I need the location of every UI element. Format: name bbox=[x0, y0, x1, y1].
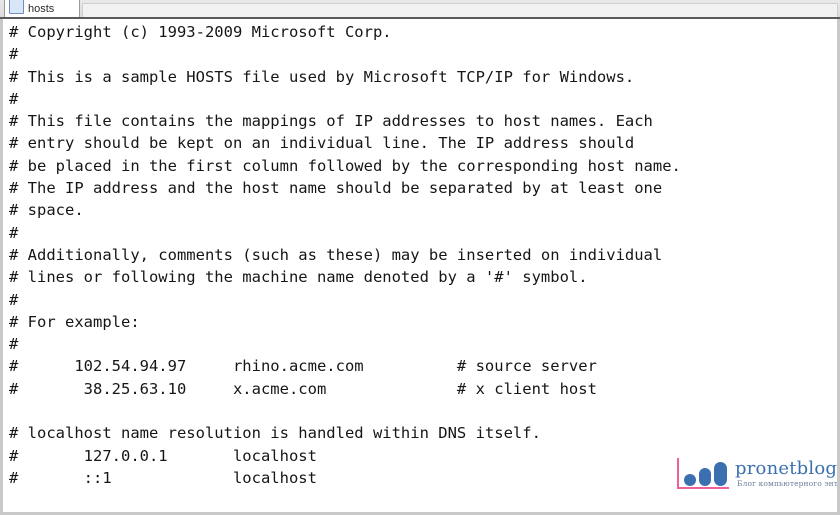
code-line-text: # ::1 localhost bbox=[9, 468, 317, 487]
code-line[interactable]: # entry should be kept on an individual … bbox=[3, 132, 837, 154]
code-line-text: # This file contains the mappings of IP … bbox=[9, 112, 653, 131]
code-lines[interactable]: # Copyright (c) 1993-2009 Microsoft Corp… bbox=[3, 19, 837, 512]
code-line[interactable]: # For example: bbox=[3, 311, 837, 333]
code-line-text: # be placed in the first column followed… bbox=[9, 156, 681, 175]
code-line[interactable]: # This file contains the mappings of IP … bbox=[3, 110, 837, 132]
code-line[interactable]: # bbox=[3, 289, 837, 311]
code-line[interactable]: # bbox=[3, 333, 837, 355]
code-line-text: # bbox=[9, 45, 19, 64]
code-line-text: # 127.0.0.1 localhost bbox=[9, 446, 317, 465]
tab-label: hosts bbox=[28, 4, 55, 15]
code-line-text: # bbox=[9, 223, 19, 242]
code-line[interactable]: # be placed in the first column followed… bbox=[3, 155, 837, 177]
tab-strip-empty-area bbox=[82, 3, 838, 17]
code-line[interactable]: # bbox=[3, 43, 837, 65]
code-line-text: # The IP address and the host name shoul… bbox=[9, 179, 663, 198]
code-line-text: # entry should be kept on an individual … bbox=[9, 134, 635, 153]
logo-accent-vertical bbox=[677, 458, 679, 488]
logo-bar-small bbox=[684, 474, 696, 486]
code-line-text: # Additionally, comments (such as these)… bbox=[9, 245, 663, 264]
code-line[interactable] bbox=[3, 400, 837, 422]
logo-bar-large bbox=[714, 462, 727, 486]
code-line[interactable]: # The IP address and the host name shoul… bbox=[3, 177, 837, 199]
code-line-text: # bbox=[9, 290, 19, 309]
code-line[interactable]: # 38.25.63.10 x.acme.com # x client host bbox=[3, 378, 837, 400]
code-line[interactable]: # space. bbox=[3, 199, 837, 221]
watermark-logo: pronetblog.by Блог компьютерного энтузиа… bbox=[677, 458, 837, 492]
watermark-subtitle: Блог компьютерного энтузиаста bbox=[737, 479, 839, 488]
code-line[interactable]: # bbox=[3, 222, 837, 244]
code-line-text: # This is a sample HOSTS file used by Mi… bbox=[9, 67, 635, 86]
code-line-text: # lines or following the machine name de… bbox=[9, 268, 588, 287]
code-line-text: # bbox=[9, 89, 19, 108]
document-icon bbox=[9, 0, 24, 14]
code-line-current[interactable]: 127.0.0.1 tut.by bbox=[3, 511, 837, 512]
code-line[interactable]: # lines or following the machine name de… bbox=[3, 266, 837, 288]
tab-bar: hosts bbox=[0, 0, 840, 19]
code-line[interactable]: # Copyright (c) 1993-2009 Microsoft Corp… bbox=[3, 21, 837, 43]
logo-bar-medium bbox=[699, 468, 711, 486]
code-line[interactable]: # localhost name resolution is handled w… bbox=[3, 422, 837, 444]
editor-pane[interactable]: # Copyright (c) 1993-2009 Microsoft Corp… bbox=[0, 19, 840, 515]
code-line[interactable]: # bbox=[3, 88, 837, 110]
code-line-text: # 38.25.63.10 x.acme.com # x client host bbox=[9, 379, 597, 398]
code-line-text: # localhost name resolution is handled w… bbox=[9, 424, 541, 443]
code-line[interactable] bbox=[3, 489, 837, 511]
code-line[interactable]: # This is a sample HOSTS file used by Mi… bbox=[3, 66, 837, 88]
code-line[interactable]: # Additionally, comments (such as these)… bbox=[3, 244, 837, 266]
code-line-text: # bbox=[9, 335, 19, 354]
code-line-text: # For example: bbox=[9, 312, 140, 331]
tab-hosts[interactable]: hosts bbox=[4, 0, 80, 17]
code-line-text: # space. bbox=[9, 201, 84, 220]
code-line-text: # Copyright (c) 1993-2009 Microsoft Corp… bbox=[9, 23, 392, 41]
notepad-window: hosts # Copyright (c) 1993-2009 Microsof… bbox=[0, 0, 840, 515]
code-line[interactable]: # 102.54.94.97 rhino.acme.com # source s… bbox=[3, 355, 837, 377]
logo-accent-horizontal bbox=[677, 487, 729, 489]
watermark-title: pronetblog.by bbox=[735, 458, 838, 479]
code-line-text: # 102.54.94.97 rhino.acme.com # source s… bbox=[9, 357, 597, 376]
